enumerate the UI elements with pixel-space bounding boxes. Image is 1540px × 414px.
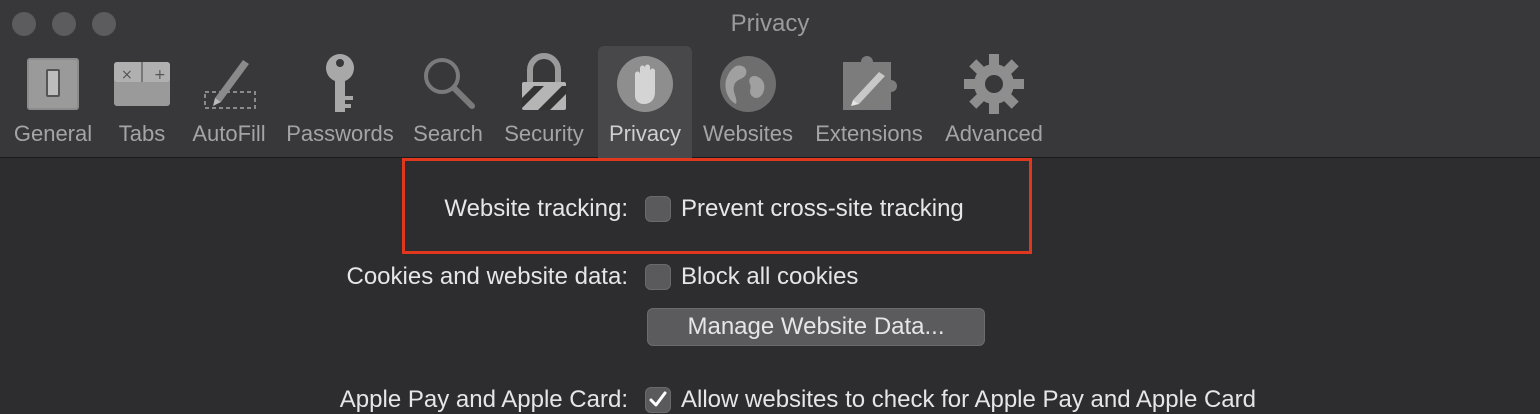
block-all-cookies-checkbox[interactable]	[645, 264, 671, 290]
hand-icon	[617, 56, 673, 112]
tab-label: Advanced	[945, 121, 1043, 146]
cookies-label: Cookies and website data:	[346, 263, 628, 290]
pencil-icon	[204, 60, 256, 109]
tab-label: Tabs	[118, 121, 166, 146]
window-title: Privacy	[730, 10, 810, 37]
tab-general[interactable]: General	[6, 46, 100, 158]
block-all-cookies-text[interactable]: Block all cookies	[681, 263, 858, 291]
apple-pay-checkbox[interactable]	[645, 387, 671, 413]
tab-tabs[interactable]: × + Tabs	[104, 46, 180, 158]
tab-label: Passwords	[286, 121, 394, 146]
lock-icon	[522, 53, 566, 110]
gear-icon	[964, 54, 1024, 114]
tab-label: General	[13, 121, 93, 146]
globe-icon	[720, 56, 776, 112]
tab-advanced[interactable]: Advanced	[938, 46, 1050, 158]
apple-pay-label: Apple Pay and Apple Card:	[339, 386, 628, 413]
tab-passwords[interactable]: Passwords	[280, 46, 400, 158]
checkmark-icon	[649, 391, 667, 407]
apple-pay-text[interactable]: Allow websites to check for Apple Pay an…	[681, 386, 1256, 414]
tabs-icon: × +	[114, 62, 170, 106]
tab-search[interactable]: Search	[408, 46, 488, 158]
preferences-window: Privacy General × + Tabs AutoFill Passwo…	[0, 0, 1540, 413]
tab-extensions[interactable]: Extensions	[808, 46, 930, 158]
tab-autofill[interactable]: AutoFill	[186, 46, 272, 158]
tab-label: Search	[413, 121, 483, 146]
tab-label: Security	[504, 121, 584, 146]
toolbar: Privacy General × + Tabs AutoFill Passwo…	[0, 0, 1540, 158]
general-switch-icon	[27, 58, 79, 110]
tab-privacy[interactable]: Privacy	[598, 46, 692, 158]
tab-label: Privacy	[608, 121, 682, 146]
svg-text:+: +	[154, 67, 166, 83]
puzzle-icon	[843, 56, 897, 110]
highlight-box	[402, 158, 1032, 254]
tab-label: Extensions	[815, 121, 923, 146]
tab-label: AutoFill	[192, 121, 266, 146]
tab-websites[interactable]: Websites	[698, 46, 798, 158]
magnifier-icon	[424, 58, 475, 109]
manage-website-data-button[interactable]: Manage Website Data...	[647, 308, 985, 346]
key-icon	[326, 54, 354, 112]
tab-security[interactable]: Security	[496, 46, 592, 158]
tab-label: Websites	[702, 121, 794, 146]
svg-text:×: ×	[121, 67, 133, 83]
